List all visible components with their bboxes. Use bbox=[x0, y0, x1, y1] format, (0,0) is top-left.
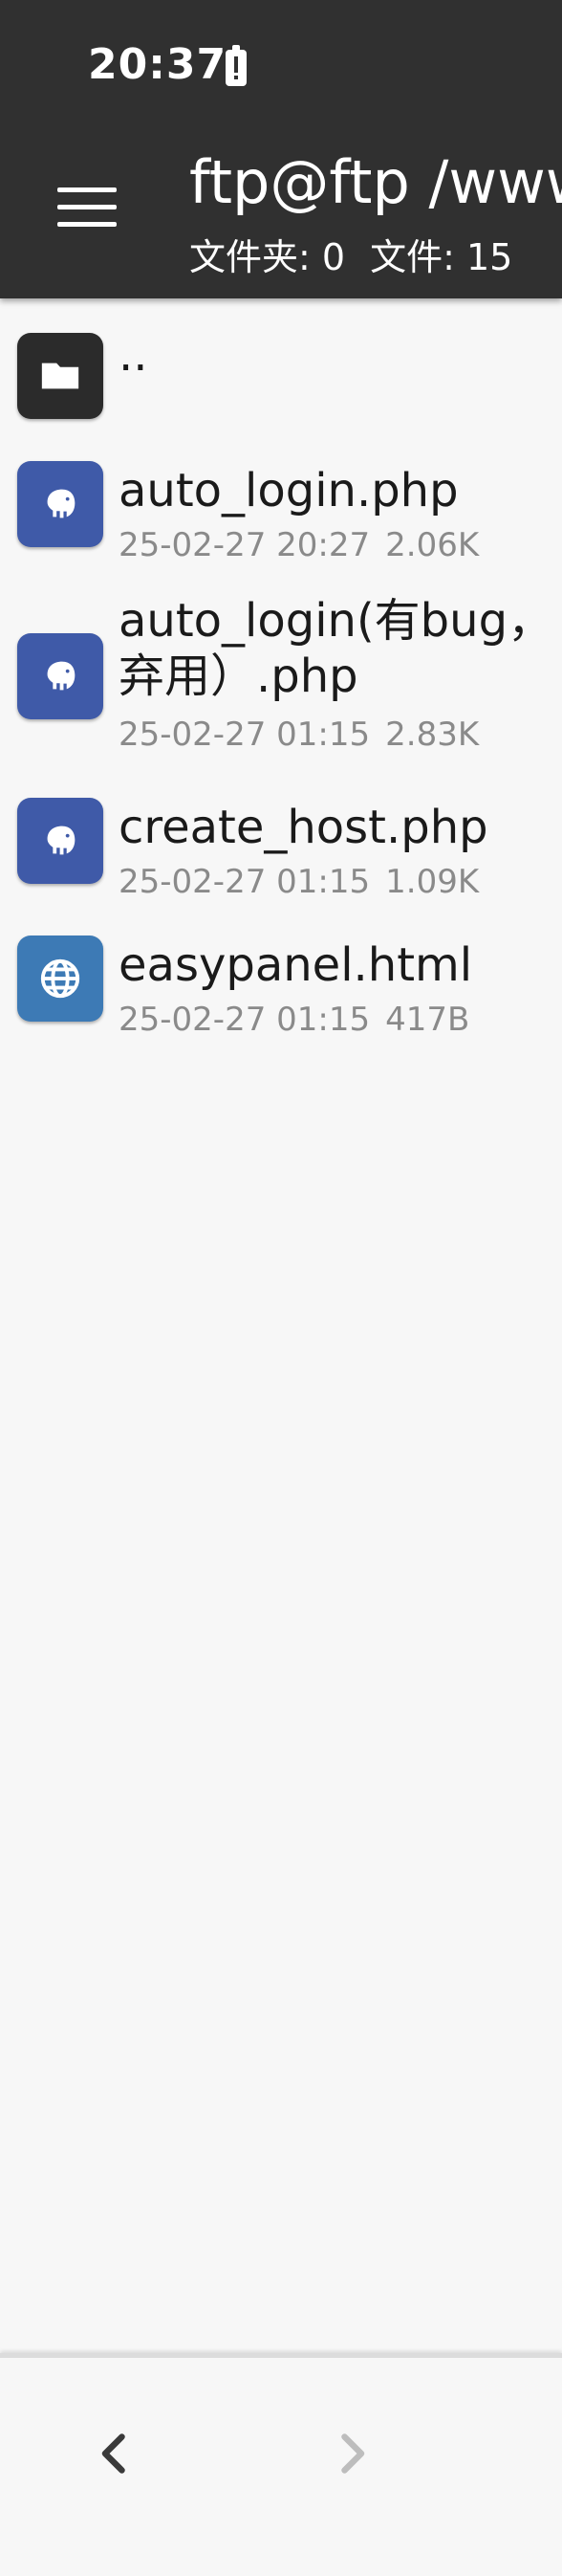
list-item-parent-dir[interactable]: .. bbox=[0, 321, 562, 427]
hamburger-menu-icon[interactable] bbox=[52, 182, 119, 235]
status-time: 20:37 bbox=[88, 40, 227, 89]
globe-icon bbox=[17, 936, 103, 1022]
file-meta: 25-02-27 01:15 1.09K bbox=[119, 863, 479, 901]
file-name: auto_login.php bbox=[119, 464, 459, 517]
battery-alert-icon bbox=[226, 45, 247, 86]
list-item[interactable]: easypanel.html 25-02-27 01:15 417B bbox=[0, 926, 562, 1050]
file-name: create_host.php bbox=[119, 801, 488, 854]
file-meta: 25-02-27 20:27 2.06K bbox=[119, 526, 479, 564]
file-size: 2.83K bbox=[385, 716, 480, 754]
app-bar: 20:37 ftp@ftp /www 文件夹: 0 文件: 15 bbox=[0, 0, 562, 298]
php-elephant-icon bbox=[17, 798, 103, 884]
file-date: 25-02-27 01:15 bbox=[119, 716, 371, 754]
file-meta: 25-02-27 01:15 417B bbox=[119, 1001, 469, 1039]
file-name: .. bbox=[119, 328, 148, 382]
list-item[interactable]: auto_login(有bug，弃用）.php 25-02-27 01:15 2.… bbox=[0, 585, 562, 767]
list-item[interactable]: create_host.php 25-02-27 01:15 1.09K bbox=[0, 788, 562, 913]
file-meta: 25-02-27 01:15 2.83K bbox=[119, 716, 479, 754]
file-name: auto_login(有bug，弃用）.php bbox=[119, 594, 554, 703]
php-elephant-icon bbox=[17, 633, 103, 719]
file-date: 25-02-27 01:15 bbox=[119, 1001, 371, 1039]
file-date: 25-02-27 20:27 bbox=[119, 526, 371, 564]
folder-icon bbox=[17, 333, 103, 419]
chevron-left-icon[interactable] bbox=[86, 2425, 143, 2482]
folder-count: 文件夹: 0 bbox=[189, 236, 346, 278]
php-elephant-icon bbox=[17, 461, 103, 547]
file-size: 1.09K bbox=[385, 863, 480, 901]
file-count: 文件: 15 bbox=[370, 236, 513, 278]
file-name: easypanel.html bbox=[119, 938, 473, 992]
folder-file-count: 文件夹: 0 文件: 15 bbox=[189, 228, 512, 280]
bottom-nav bbox=[0, 2353, 562, 2576]
file-size: 417B bbox=[385, 1001, 470, 1039]
file-date: 25-02-27 01:15 bbox=[119, 863, 371, 901]
list-item[interactable]: auto_login.php 25-02-27 20:27 2.06K bbox=[0, 451, 562, 576]
chevron-right-icon[interactable] bbox=[323, 2425, 380, 2482]
file-size: 2.06K bbox=[385, 526, 480, 564]
page-title: ftp@ftp /www bbox=[189, 147, 562, 217]
